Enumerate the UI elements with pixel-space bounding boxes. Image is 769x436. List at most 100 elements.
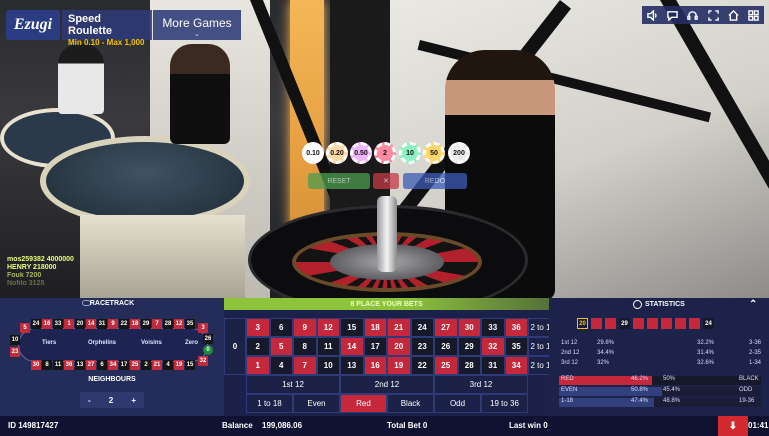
- chip-0.10[interactable]: 0.10: [302, 142, 324, 164]
- racetrack-number[interactable]: 6: [97, 360, 107, 370]
- racetrack-number[interactable]: 25: [130, 360, 140, 370]
- number-cell-31[interactable]: 31: [481, 356, 505, 375]
- racetrack-number[interactable]: 26: [203, 334, 213, 344]
- tiers-bet[interactable]: Tiers: [42, 340, 56, 346]
- number-cell-4[interactable]: 4: [269, 356, 293, 375]
- racetrack-number[interactable]: 17: [119, 360, 129, 370]
- racetrack-number[interactable]: 9: [108, 319, 118, 329]
- game-info[interactable]: Speed Roulette Min 0.10 - Max 1,000: [62, 10, 152, 47]
- racetrack-number[interactable]: 28: [163, 319, 173, 329]
- racetrack-number[interactable]: 23: [10, 347, 20, 357]
- number-cell-24[interactable]: 24: [410, 318, 434, 337]
- racetrack-number[interactable]: 12: [174, 319, 184, 329]
- number-cell-35[interactable]: 35: [504, 337, 528, 356]
- number-cell-20[interactable]: 20: [387, 337, 411, 356]
- racetrack-number[interactable]: 36: [64, 360, 74, 370]
- ezugi-logo[interactable]: Ezugi: [6, 10, 60, 40]
- fullscreen-icon[interactable]: [707, 9, 719, 21]
- home-icon[interactable]: [727, 9, 739, 21]
- racetrack-number[interactable]: 11: [53, 360, 63, 370]
- racetrack-number[interactable]: 3: [198, 323, 208, 333]
- number-cell-10[interactable]: 10: [316, 356, 340, 375]
- number-cell-29[interactable]: 29: [457, 337, 481, 356]
- orphelins-bet[interactable]: Orphelins: [88, 340, 116, 346]
- number-cell-9[interactable]: 9: [293, 318, 317, 337]
- dozen-bet[interactable]: 3rd 12: [434, 375, 528, 394]
- racetrack-number[interactable]: 14: [86, 319, 96, 329]
- zero-cell[interactable]: 0: [224, 318, 246, 375]
- number-cell-34[interactable]: 34: [504, 356, 528, 375]
- redo-button[interactable]: REDO: [403, 173, 467, 189]
- number-cell-3[interactable]: 3: [246, 318, 270, 337]
- racetrack-number[interactable]: 35: [185, 319, 195, 329]
- racetrack-number[interactable]: 34: [108, 360, 118, 370]
- racetrack-number[interactable]: 1: [64, 319, 74, 329]
- number-cell-22[interactable]: 22: [410, 356, 434, 375]
- racetrack-number[interactable]: 13: [75, 360, 85, 370]
- chip-10[interactable]: 10: [399, 142, 421, 164]
- number-cell-15[interactable]: 15: [340, 318, 364, 337]
- racetrack-number[interactable]: 24: [31, 319, 41, 329]
- number-cell-8[interactable]: 8: [293, 337, 317, 356]
- number-cell-21[interactable]: 21: [387, 318, 411, 337]
- number-cell-6[interactable]: 6: [269, 318, 293, 337]
- chip-0.50[interactable]: 0.50: [350, 142, 372, 164]
- racetrack-number[interactable]: 30: [31, 360, 41, 370]
- number-cell-25[interactable]: 25: [434, 356, 458, 375]
- more-games-button[interactable]: More Games ⌄: [153, 10, 241, 40]
- chip-50[interactable]: 50: [423, 142, 445, 164]
- number-cell-16[interactable]: 16: [363, 356, 387, 375]
- neighbours-minus-button[interactable]: -: [88, 396, 91, 405]
- even-money-bet[interactable]: 19 to 36: [481, 394, 528, 413]
- number-cell-5[interactable]: 5: [269, 337, 293, 356]
- sound-icon[interactable]: [646, 9, 658, 21]
- racetrack-number[interactable]: 8: [42, 360, 52, 370]
- arrow-down-icon[interactable]: ⬇: [718, 416, 748, 436]
- racetrack-number[interactable]: 2: [141, 360, 151, 370]
- number-cell-1[interactable]: 1: [246, 356, 270, 375]
- number-cell-33[interactable]: 33: [481, 318, 505, 337]
- even-money-bet[interactable]: 1 to 18: [246, 394, 293, 413]
- number-cell-27[interactable]: 27: [434, 318, 458, 337]
- number-cell-19[interactable]: 19: [387, 356, 411, 375]
- racetrack-number[interactable]: 4: [163, 360, 173, 370]
- even-money-bet[interactable]: Odd: [434, 394, 481, 413]
- number-cell-13[interactable]: 13: [340, 356, 364, 375]
- racetrack-number[interactable]: 33: [53, 319, 63, 329]
- number-cell-28[interactable]: 28: [457, 356, 481, 375]
- racetrack-number[interactable]: 31: [97, 319, 107, 329]
- racetrack-number[interactable]: 21: [152, 360, 162, 370]
- racetrack-number[interactable]: 0: [203, 345, 213, 355]
- racetrack-number[interactable]: 32: [198, 356, 208, 366]
- number-cell-11[interactable]: 11: [316, 337, 340, 356]
- number-cell-36[interactable]: 36: [504, 318, 528, 337]
- racetrack-number[interactable]: 27: [86, 360, 96, 370]
- even-money-bet[interactable]: Even: [293, 394, 340, 413]
- racetrack-number[interactable]: 16: [42, 319, 52, 329]
- racetrack-number[interactable]: 20: [75, 319, 85, 329]
- racetrack-number[interactable]: 15: [185, 360, 195, 370]
- chip-2[interactable]: 2: [374, 142, 396, 164]
- zero-bet[interactable]: Zero: [185, 340, 198, 346]
- racetrack-number[interactable]: 22: [119, 319, 129, 329]
- dozen-bet[interactable]: 2nd 12: [340, 375, 434, 394]
- racetrack-number[interactable]: 19: [174, 360, 184, 370]
- even-money-bet[interactable]: Black: [387, 394, 434, 413]
- number-cell-23[interactable]: 23: [410, 337, 434, 356]
- number-cell-2[interactable]: 2: [246, 337, 270, 356]
- chip-0.20[interactable]: 0.20: [326, 142, 348, 164]
- reset-button[interactable]: RESET: [308, 173, 370, 189]
- dozen-bet[interactable]: 1st 12: [246, 375, 340, 394]
- number-cell-32[interactable]: 32: [481, 337, 505, 356]
- number-cell-17[interactable]: 17: [363, 337, 387, 356]
- menu-icon[interactable]: [748, 9, 760, 21]
- racetrack-number[interactable]: 7: [152, 319, 162, 329]
- chevron-up-icon[interactable]: ⌃: [749, 299, 757, 310]
- undo-button[interactable]: ✕: [373, 173, 399, 189]
- number-cell-7[interactable]: 7: [293, 356, 317, 375]
- number-cell-18[interactable]: 18: [363, 318, 387, 337]
- voisins-bet[interactable]: Voisins: [141, 340, 162, 346]
- number-cell-14[interactable]: 14: [340, 337, 364, 356]
- number-cell-26[interactable]: 26: [434, 337, 458, 356]
- racetrack-number[interactable]: 29: [141, 319, 151, 329]
